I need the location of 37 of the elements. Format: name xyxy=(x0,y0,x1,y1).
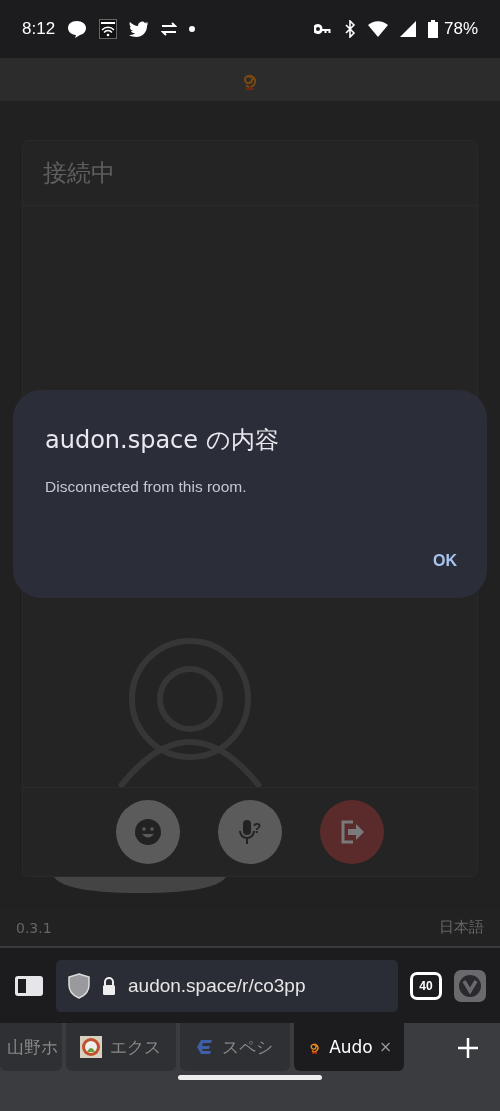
v-logo-icon[interactable] xyxy=(454,969,486,1002)
exit-icon xyxy=(339,819,365,845)
plus-icon[interactable] xyxy=(458,1038,478,1058)
microphone-button[interactable]: ? xyxy=(218,800,282,864)
language-link[interactable]: 日本語 xyxy=(439,918,484,937)
e-logo-icon xyxy=(194,1037,214,1057)
panel-toggle-icon[interactable] xyxy=(14,974,44,997)
bluetooth-icon xyxy=(343,20,356,38)
bird-icon xyxy=(129,20,150,38)
wifi-icon xyxy=(367,21,388,37)
chat-bubble-icon xyxy=(67,20,88,38)
sync-arrows-icon xyxy=(161,22,178,36)
close-icon[interactable] xyxy=(380,1040,390,1054)
ok-button[interactable]: OK xyxy=(421,544,469,578)
url-text: audon.space/r/co3pp xyxy=(128,974,306,997)
signal-icon xyxy=(399,21,416,37)
dot-icon xyxy=(189,26,196,32)
key-icon xyxy=(313,24,332,34)
address-bar[interactable]: audon.space/r/co3pp xyxy=(56,959,398,1012)
browser-tab[interactable]: エクス xyxy=(66,1023,176,1071)
dialog-message: Disconnected from this room. xyxy=(45,478,248,496)
shield-icon[interactable] xyxy=(68,972,90,999)
version-label: 0.3.1 xyxy=(16,919,52,936)
duck-icon xyxy=(80,1036,102,1058)
browser-tab[interactable]: スペシ xyxy=(180,1023,290,1071)
browser-tab[interactable]: 山野ホ xyxy=(0,1023,62,1071)
smiley-icon xyxy=(134,818,162,846)
battery-percent: 78% xyxy=(443,19,478,39)
browser-tab[interactable]: Audo xyxy=(294,1023,404,1071)
room-status: 接続中 xyxy=(23,141,477,206)
battery-icon xyxy=(427,20,438,38)
lock-icon xyxy=(102,976,116,995)
dialog-title: audon.space の内容 xyxy=(45,425,280,456)
clock: 8:12 xyxy=(22,19,56,39)
tab-count-button[interactable]: 40 xyxy=(410,971,442,1000)
wifi-screen-icon xyxy=(99,19,118,39)
microphone-icon xyxy=(238,819,255,845)
